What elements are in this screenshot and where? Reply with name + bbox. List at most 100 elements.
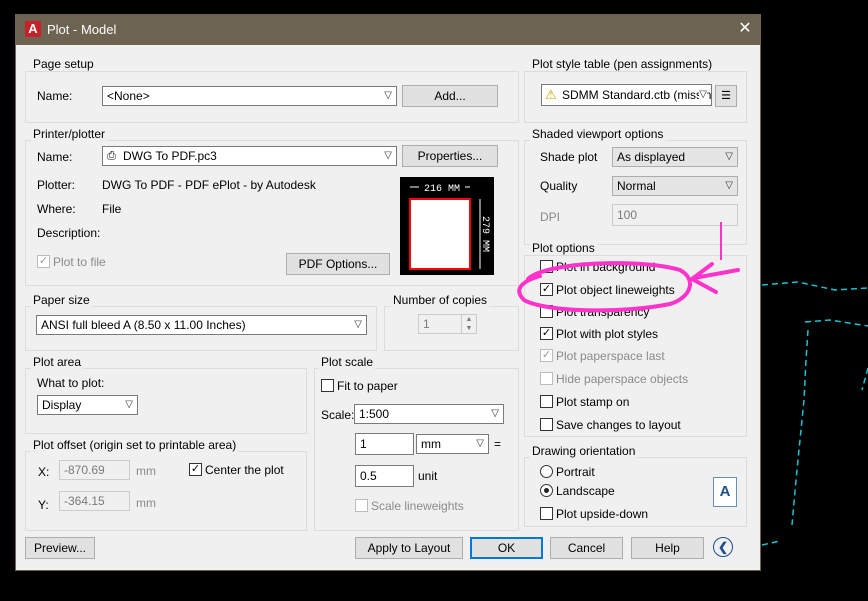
shade-plot-label: Shade plot — [540, 150, 598, 164]
fit-to-paper-label: Fit to paper — [337, 379, 398, 393]
paper-size-select[interactable]: ANSI full bleed A (8.50 x 11.00 Inches) … — [36, 315, 367, 335]
plot-lineweights-checkbox[interactable]: ✓ — [540, 283, 553, 296]
description-label: Description: — [37, 226, 101, 240]
cad-line-1 — [761, 281, 868, 291]
scale-lineweights-checkbox[interactable] — [355, 499, 368, 512]
title-bar: A Plot - Model ✕ — [16, 15, 760, 45]
help-button[interactable]: Help — [631, 537, 704, 559]
center-plot-checkbox[interactable]: ✓ — [189, 463, 202, 476]
fit-to-paper-checkbox[interactable] — [321, 379, 334, 392]
properties-button[interactable]: Properties... — [402, 145, 498, 167]
quality-value: Normal — [617, 179, 656, 193]
plotter-value: DWG To PDF - PDF ePlot - by Autodesk — [102, 178, 316, 192]
cad-line-4 — [861, 367, 868, 391]
plot-in-background-label: Plot in background — [556, 260, 656, 274]
offset-y-input[interactable]: -364.15 — [59, 491, 130, 511]
scale-unit-select[interactable]: mm ▽ — [416, 434, 489, 454]
copies-spinner[interactable]: ▲ ▼ — [461, 315, 476, 333]
plot-style-value: SDMM Standard.ctb (missing — [562, 88, 712, 102]
plot-transparency-label: Plot transparency — [556, 305, 650, 319]
cad-line-2 — [804, 319, 868, 327]
offset-y-unit: mm — [136, 496, 156, 510]
collapse-arrow-icon[interactable]: ❮ — [713, 537, 733, 557]
offset-x-input[interactable]: -870.69 — [59, 460, 130, 480]
scale-select[interactable]: 1:500 ▽ — [354, 404, 504, 424]
center-plot-label: Center the plot — [205, 463, 284, 477]
chevron-down-icon: ▽ — [476, 438, 484, 449]
save-changes-checkbox[interactable] — [540, 418, 553, 431]
offset-x-unit: mm — [136, 464, 156, 478]
plot-transparency-checkbox[interactable] — [540, 305, 553, 318]
quality-label: Quality — [540, 179, 578, 193]
plot-stamp-label: Plot stamp on — [556, 395, 630, 409]
paperspace-last-checkbox[interactable]: ✓ — [540, 349, 553, 362]
offset-x-label: X: — [38, 465, 50, 479]
offset-y-label: Y: — [38, 498, 49, 512]
printer-name-value: DWG To PDF.pc3 — [123, 149, 217, 163]
scale-equals-label: = — [494, 437, 502, 451]
plot-style-edit-icon[interactable]: ☰ — [715, 85, 737, 107]
copies-input[interactable]: 1 ▲ ▼ — [418, 314, 477, 334]
plot-to-file-checkbox[interactable]: ✓ — [37, 255, 50, 268]
chevron-down-icon: ▽ — [699, 85, 707, 105]
pdf-options-button[interactable]: PDF Options... — [286, 253, 390, 275]
preview-button[interactable]: Preview... — [25, 537, 95, 559]
what-to-plot-select[interactable]: Display ▽ — [37, 395, 138, 415]
portrait-radio[interactable] — [540, 465, 553, 478]
plot-scale-label: Plot scale — [319, 355, 376, 369]
save-changes-label: Save changes to layout — [556, 418, 681, 432]
landscape-radio[interactable] — [540, 484, 553, 497]
window-title: Plot - Model — [47, 22, 117, 37]
plot-style-label: Plot style table (pen assignments) — [530, 57, 715, 71]
dpi-input[interactable]: 100 — [612, 204, 738, 226]
plot-options-label: Plot options — [530, 241, 597, 255]
ok-button[interactable]: OK — [470, 537, 543, 559]
cancel-button[interactable]: Cancel — [550, 537, 623, 559]
plot-stamp-checkbox[interactable] — [540, 395, 553, 408]
paper-preview: 216 MM 279 MM — [400, 177, 494, 275]
orientation-label: Drawing orientation — [530, 444, 638, 458]
plot-area-label: Plot area — [31, 355, 84, 369]
what-to-plot-label: What to plot: — [37, 376, 105, 390]
printer-label: Printer/plotter — [31, 127, 108, 141]
plot-offset-label: Plot offset (origin set to printable are… — [31, 438, 239, 452]
shaded-viewport-label: Shaded viewport options — [530, 127, 666, 141]
scale-value2-input[interactable]: 0.5 — [355, 465, 414, 487]
upside-down-checkbox[interactable] — [540, 507, 553, 520]
page-setup-label: Page setup — [31, 57, 96, 71]
warning-icon: ⚠ — [545, 87, 557, 102]
page-setup-name-select[interactable]: <None> ▽ — [102, 86, 397, 106]
plot-style-select[interactable]: ⚠ SDMM Standard.ctb (missing ▽ — [541, 84, 712, 106]
scale-lineweights-label: Scale lineweights — [371, 499, 464, 513]
add-button[interactable]: Add... — [402, 85, 498, 107]
chevron-down-icon: ▽ — [354, 319, 362, 330]
copies-value: 1 — [423, 317, 430, 331]
close-icon[interactable]: ✕ — [734, 18, 756, 40]
plot-with-styles-checkbox[interactable]: ✓ — [540, 327, 553, 340]
page-setup-name-value: <None> — [107, 89, 150, 103]
landscape-label: Landscape — [556, 484, 615, 498]
plot-to-file-label: Plot to file — [53, 255, 106, 269]
printer-name-select[interactable]: ⎙ DWG To PDF.pc3 ▽ — [102, 146, 397, 166]
printer-name-label: Name: — [37, 150, 73, 164]
chevron-down-icon: ▽ — [384, 150, 392, 161]
paper-size-label: Paper size — [31, 293, 92, 307]
plot-with-styles-label: Plot with plot styles — [556, 327, 659, 341]
hide-paperspace-label: Hide paperspace objects — [556, 372, 689, 386]
scale-value1-input[interactable]: 1 — [355, 433, 414, 455]
upside-down-label: Plot upside-down — [556, 507, 649, 521]
apply-to-layout-button[interactable]: Apply to Layout — [355, 537, 463, 559]
paperspace-last-label: Plot paperspace last — [556, 349, 665, 363]
quality-select[interactable]: Normal ▽ — [612, 176, 738, 196]
shade-plot-value: As displayed — [617, 150, 686, 164]
shade-plot-select[interactable]: As displayed ▽ — [612, 147, 738, 167]
hide-paperspace-checkbox[interactable] — [540, 372, 553, 385]
cad-line-5 — [761, 540, 781, 546]
copies-label: Number of copies — [391, 293, 490, 307]
what-to-plot-value: Display — [42, 398, 82, 412]
where-label: Where: — [37, 202, 76, 216]
chevron-down-icon: ▽ — [725, 151, 733, 162]
plot-lineweights-label: Plot object lineweights — [556, 283, 675, 297]
plot-in-background-checkbox[interactable] — [540, 260, 553, 273]
chevron-down-icon: ▽ — [725, 180, 733, 191]
